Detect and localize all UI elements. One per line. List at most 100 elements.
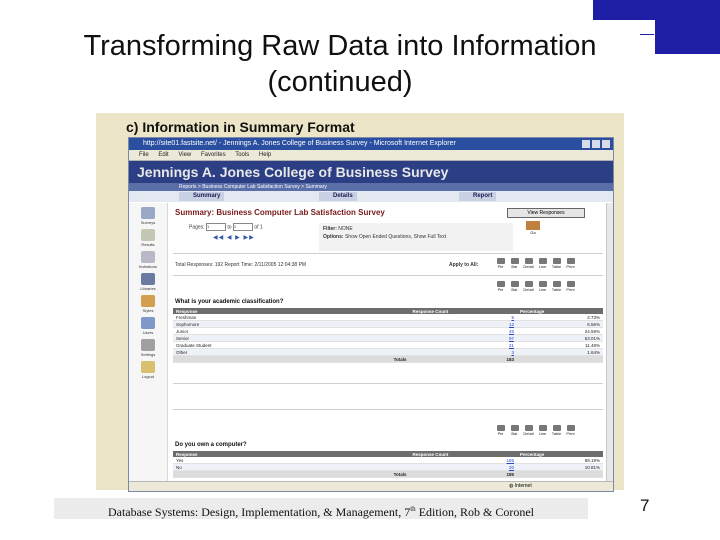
table-row: Sophomore 12 6.56% <box>173 320 603 328</box>
menu-bar: File Edit View Favorites Tools Help <box>129 150 613 161</box>
table-button[interactable]: Table <box>551 281 562 292</box>
sidebar-item-logout[interactable]: Logout <box>135 361 161 379</box>
status-bar: ◍ Internet <box>129 481 613 491</box>
figure-heading: c) Information in Summary Format <box>126 119 355 135</box>
styles-icon <box>141 295 155 307</box>
options-label: Options: <box>323 234 344 240</box>
corner-decoration-notch <box>640 34 654 55</box>
sidebar-item-libraries[interactable]: Libraries <box>135 273 161 291</box>
maximize-icon[interactable] <box>592 140 600 148</box>
settings-icon <box>141 339 155 351</box>
site-banner: Jennings A. Jones College of Business Su… <box>129 161 613 183</box>
divider <box>173 253 603 254</box>
print-button[interactable]: Print <box>565 425 576 436</box>
line-chart-button[interactable]: Line <box>537 258 548 269</box>
table-row: Senior 97 53.01% <box>173 334 603 342</box>
bar-chart-button[interactable]: Bar <box>509 425 520 436</box>
pie-chart-button[interactable]: Pie <box>495 281 506 292</box>
table-row: Other 3 1.64% <box>173 348 603 356</box>
page-to-input[interactable]: 1 <box>232 223 253 231</box>
page-from-input[interactable]: 1 <box>205 223 226 231</box>
slide-title-line-2: (continued) <box>267 66 413 98</box>
menu-edit[interactable]: Edit <box>158 152 168 158</box>
sidebar-item-settings[interactable]: Settings <box>135 339 161 357</box>
apply-all-toolbar: Pie Bar Detail Line Table Print <box>495 258 576 269</box>
page-nav-arrows[interactable]: ◀◀ ◀ ▶ ▶▶ <box>213 234 255 241</box>
slide-title-line-1: Transforming Raw Data into Information <box>83 30 597 62</box>
footer-text-start: Database Systems: Design, Implementation… <box>107 505 411 519</box>
vertical-scrollbar[interactable] <box>606 203 613 482</box>
filter-panel: Filter: NONE Options: Show Open Ended Qu… <box>319 223 513 251</box>
question-2-toolbar: Pie Bar Detail Line Table Print <box>495 425 576 436</box>
table-row: Junior 45 24.59% <box>173 327 603 335</box>
menu-help[interactable]: Help <box>259 152 271 158</box>
sidebar-item-surveys[interactable]: Surveys <box>135 207 161 225</box>
menu-file[interactable]: File <box>139 152 149 158</box>
divider <box>173 409 603 410</box>
sidebar-item-styles[interactable]: Styles <box>135 295 161 313</box>
print-button[interactable]: Print <box>565 281 576 292</box>
slide-footer: Database Systems: Design, Implementation… <box>54 498 588 519</box>
sidebar-item-results[interactable]: Results <box>135 229 161 247</box>
go-icon <box>526 221 540 230</box>
line-chart-button[interactable]: Line <box>537 281 548 292</box>
print-button[interactable]: Print <box>565 258 576 269</box>
sidebar-item-users[interactable]: Users <box>135 317 161 335</box>
table-button[interactable]: Table <box>551 258 562 269</box>
page-of-label: of 1 <box>254 224 263 231</box>
surveys-icon <box>141 207 155 219</box>
go-button[interactable]: Go <box>513 221 553 241</box>
table-button[interactable]: Table <box>551 425 562 436</box>
report-content: Summary: Business Computer Lab Satisfact… <box>173 203 605 491</box>
count-link[interactable]: 12 <box>409 320 517 328</box>
close-icon[interactable] <box>602 140 610 148</box>
detail-button[interactable]: Detail <box>523 281 534 292</box>
count-link[interactable]: 97 <box>409 334 517 342</box>
breadcrumb[interactable]: Reports > Business Computer Lab Satisfac… <box>129 183 613 191</box>
count-link[interactable]: 20 <box>409 463 517 471</box>
status-zone: ◍ Internet <box>509 483 532 489</box>
slide-title: Transforming Raw Data into Information (… <box>40 28 640 100</box>
tab-report[interactable]: Report <box>459 192 497 201</box>
view-responses-button[interactable]: View Responses <box>507 208 585 218</box>
corner-decoration-block <box>655 16 720 54</box>
bar-chart-button[interactable]: Bar <box>509 258 520 269</box>
minimize-icon[interactable] <box>582 140 590 148</box>
screenshot-figure: c) Information in Summary Format http://… <box>96 113 624 492</box>
summary-title: Summary: Business Computer Lab Satisfact… <box>175 208 385 217</box>
pie-chart-button[interactable]: Pie <box>495 258 506 269</box>
menu-view[interactable]: View <box>178 152 191 158</box>
count-link[interactable]: 45 <box>409 327 517 335</box>
line-chart-button[interactable]: Line <box>537 425 548 436</box>
sidebar: Surveys Results Invitations Libraries St… <box>129 203 168 491</box>
window-title: http://site01.fastsite.net/ - Jennings A… <box>143 140 456 147</box>
table-row: Graduate Student 21 11.48% <box>173 341 603 349</box>
results-icon <box>141 229 155 241</box>
responses-summary: Total Responses: 192 Report Time: 2/11/2… <box>175 262 307 268</box>
globe-icon: ◍ <box>509 483 514 489</box>
options-value: Show Open Ended Questions, Show Full Tex… <box>344 234 447 240</box>
footer-text-end: Edition, Rob & Coronel <box>415 505 535 519</box>
pie-chart-button[interactable]: Pie <box>495 425 506 436</box>
filter-value: NONE <box>338 226 353 232</box>
menu-tools[interactable]: Tools <box>235 152 249 158</box>
question-1-table: Response Response Count Percentage Fresh… <box>173 308 603 363</box>
sidebar-item-invitations[interactable]: Invitations <box>135 251 161 269</box>
tab-summary[interactable]: Summary <box>179 192 225 201</box>
bar-chart-button[interactable]: Bar <box>509 281 520 292</box>
detail-button[interactable]: Detail <box>523 425 534 436</box>
tab-details[interactable]: Details <box>319 192 357 201</box>
pages-label: Pages: <box>189 224 205 231</box>
count-link[interactable]: 3 <box>409 348 517 356</box>
divider <box>173 383 603 384</box>
question-1-title: What is your academic classification? <box>175 299 284 305</box>
question-2-title: Do you own a computer? <box>175 442 247 448</box>
totals-row: Totals 183 <box>173 355 603 363</box>
page-number: 7 <box>640 496 650 515</box>
pages-control: Pages: 1 to 1 of 1 <box>189 223 263 231</box>
apply-to-all-label: Apply to All: <box>449 262 479 268</box>
menu-favorites[interactable]: Favorites <box>201 152 226 158</box>
count-link[interactable]: 21 <box>409 341 517 349</box>
question-1-toolbar: Pie Bar Detail Line Table Print <box>495 281 576 292</box>
detail-button[interactable]: Detail <box>523 258 534 269</box>
